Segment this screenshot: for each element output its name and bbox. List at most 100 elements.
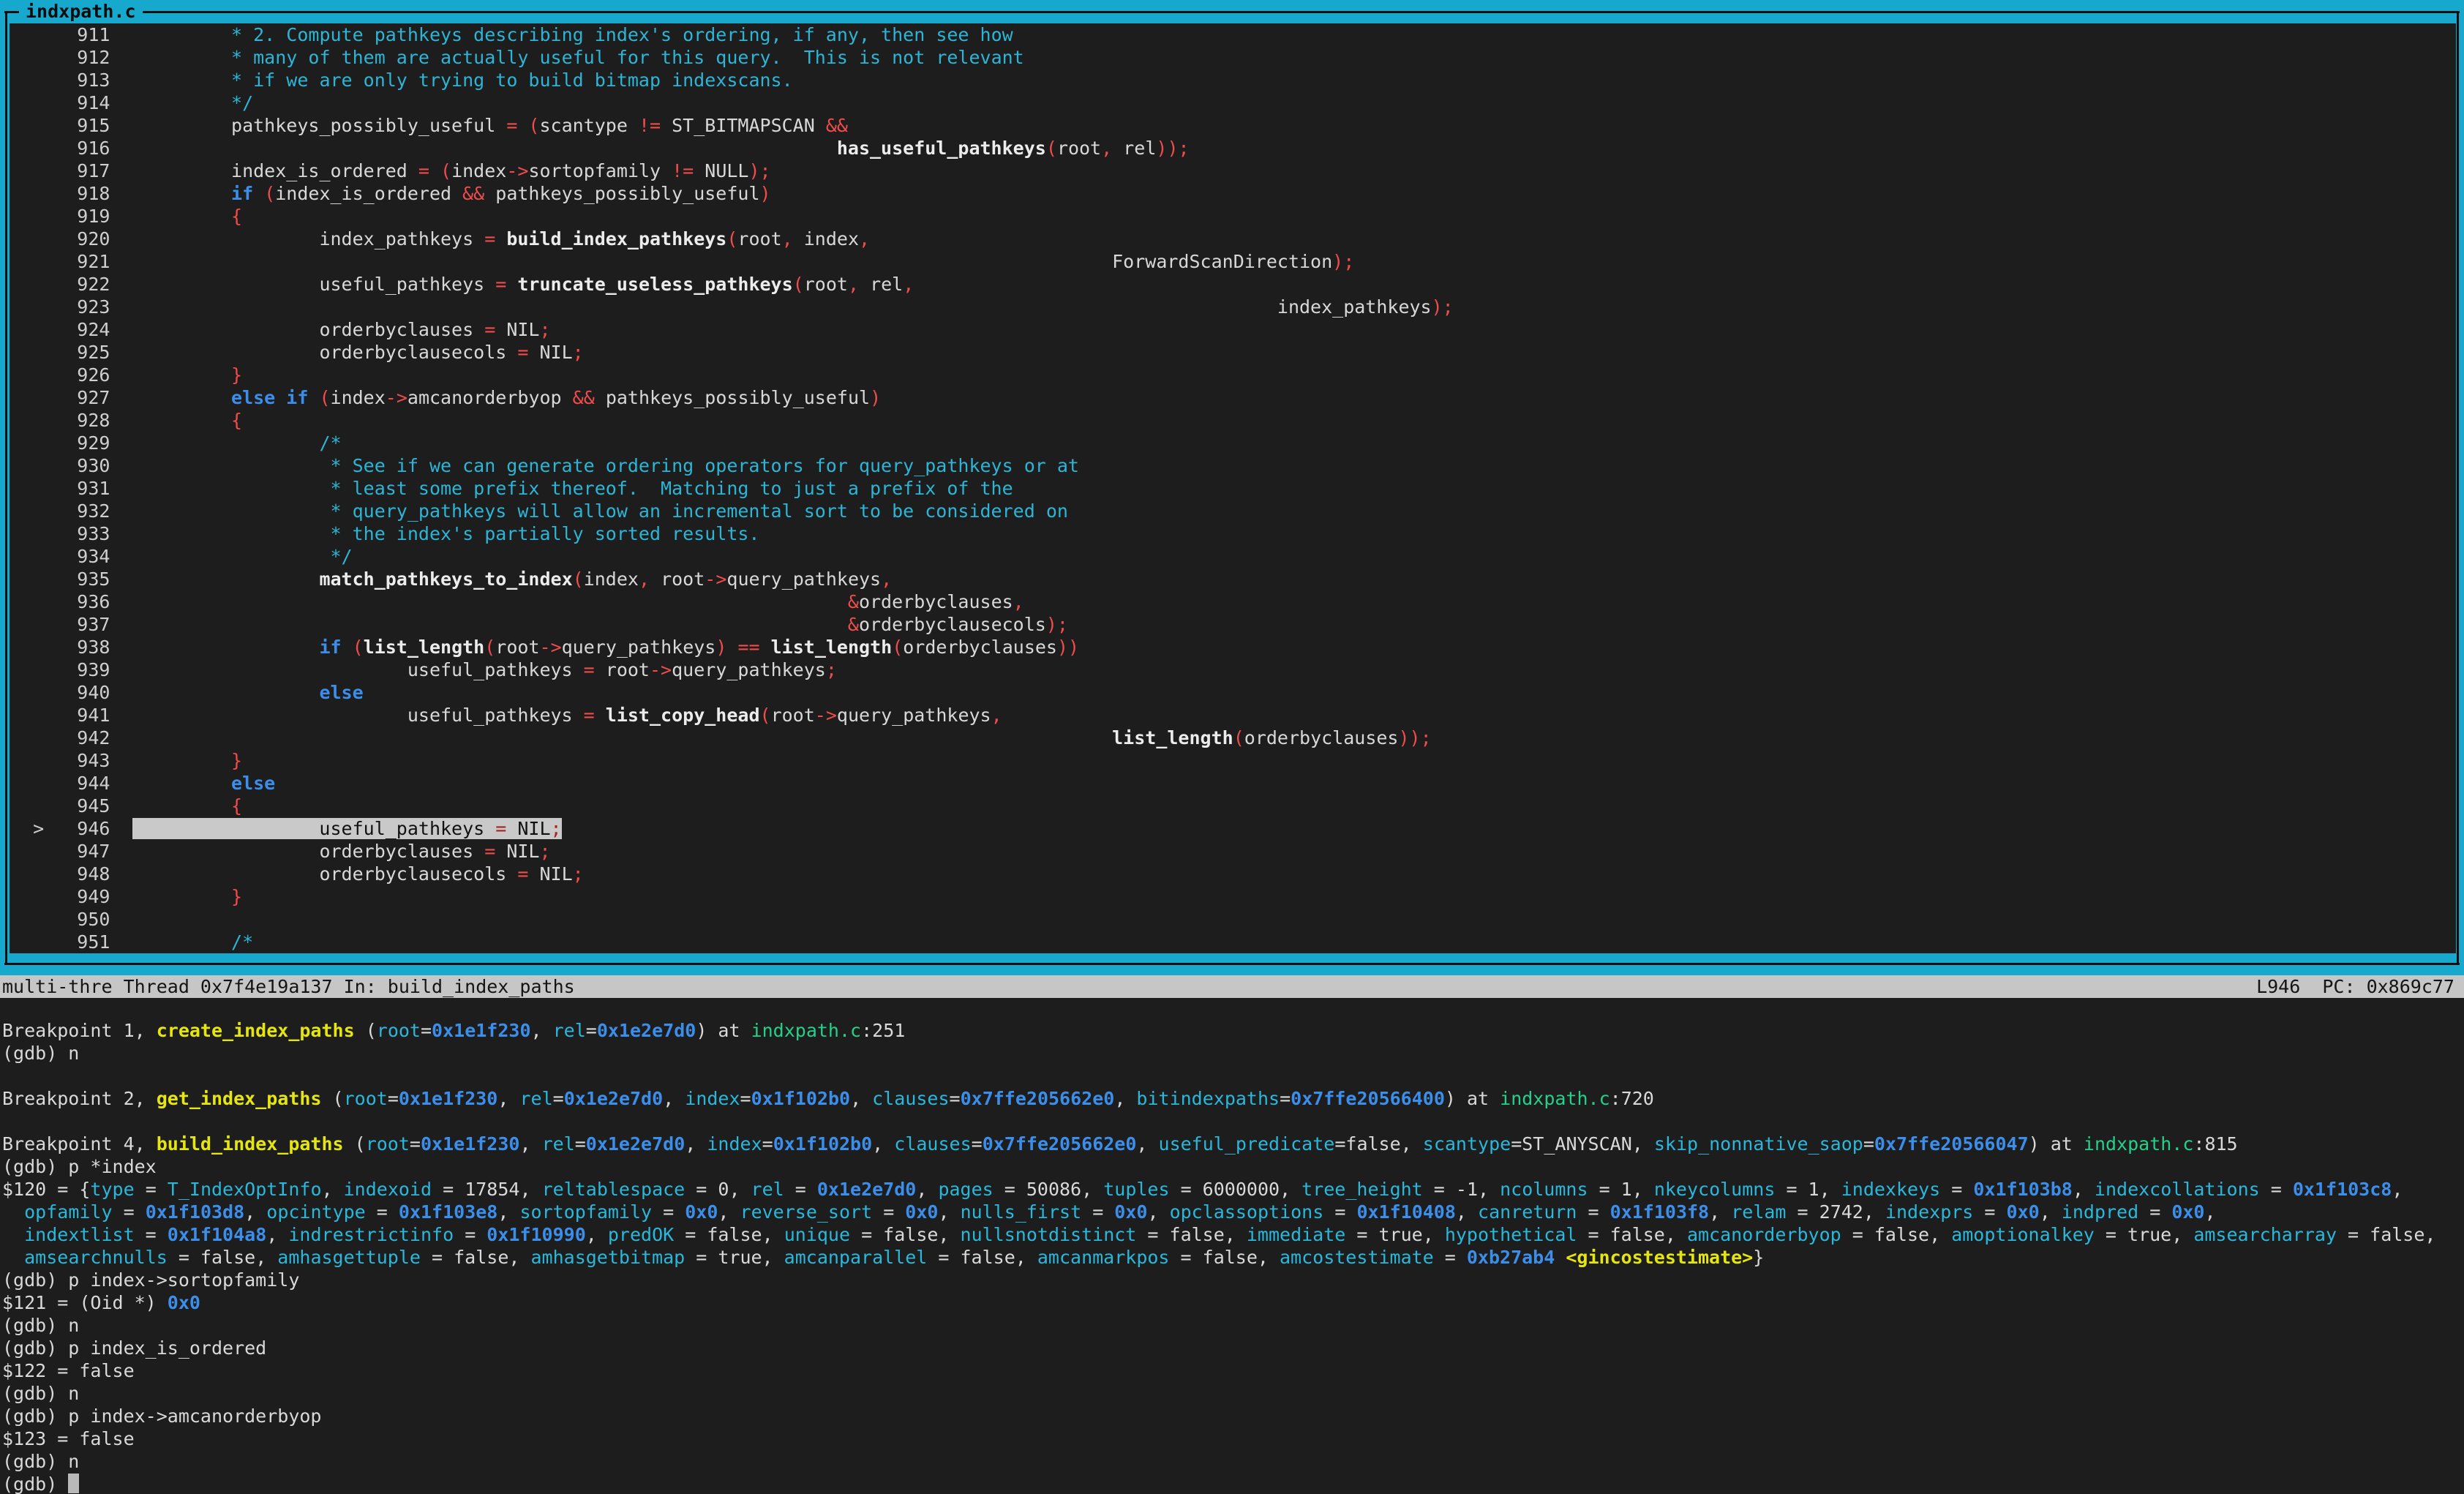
console-line: (gdb) n xyxy=(2,1314,2464,1337)
status-thread-info: multi-thre Thread 0x7f4e19a137 In: build… xyxy=(2,975,575,998)
text-segment: = xyxy=(484,228,506,249)
console-line: (gdb) p index->sortopfamily xyxy=(2,1269,2464,1291)
text-segment: && xyxy=(573,387,606,408)
line-number[interactable]: 913 xyxy=(11,69,110,91)
text-segment: scantype xyxy=(1423,1133,1511,1155)
line-number[interactable]: 944 xyxy=(11,772,110,795)
line-number[interactable]: 920 xyxy=(11,228,110,250)
line-number[interactable]: 939 xyxy=(11,658,110,681)
text-segment: = xyxy=(135,1179,168,1200)
text-segment: , xyxy=(497,1201,519,1223)
text-segment: = false, xyxy=(850,1224,961,1245)
line-number[interactable]: 951 xyxy=(11,931,110,953)
source-line-current: > 946 useful_pathkeys = NIL; xyxy=(11,817,2456,840)
line-number[interactable]: 916 xyxy=(11,137,110,159)
code-text: has_useful_pathkeys(root, rel)); xyxy=(110,138,1189,159)
console-line: (gdb) n xyxy=(2,1382,2464,1405)
line-number[interactable]: 930 xyxy=(11,454,110,477)
text-segment: indxpath.c xyxy=(2084,1133,2194,1155)
line-number[interactable]: 924 xyxy=(11,318,110,341)
line-number[interactable]: 933 xyxy=(11,522,110,545)
text-segment: query_pathkeys xyxy=(562,637,716,658)
line-number[interactable]: 923 xyxy=(11,296,110,318)
line-number[interactable]: 931 xyxy=(11,477,110,500)
text-segment: = xyxy=(1863,1133,1874,1155)
line-number[interactable]: 934 xyxy=(11,545,110,568)
line-number[interactable]: 941 xyxy=(11,704,110,727)
line-number[interactable]: 950 xyxy=(11,908,110,931)
text-segment: , xyxy=(266,1224,288,1245)
line-number[interactable]: 936 xyxy=(11,590,110,613)
line-number[interactable]: 914 xyxy=(11,91,110,114)
text-segment: = false, xyxy=(1841,1224,1952,1245)
text-segment: , xyxy=(881,568,892,590)
text-segment: if xyxy=(231,183,264,204)
source-line: 932 * query_pathkeys will allow an incre… xyxy=(11,500,2456,522)
line-number[interactable]: 938 xyxy=(11,636,110,658)
line-number[interactable]: 937 xyxy=(11,613,110,636)
line-number[interactable]: 911 xyxy=(11,23,110,46)
line-number[interactable]: 948 xyxy=(11,863,110,885)
line-number[interactable]: 949 xyxy=(11,885,110,908)
text-segment: orderbyclausecols xyxy=(859,614,1046,635)
text-segment: = xyxy=(421,1020,432,1041)
line-number[interactable]: 929 xyxy=(11,432,110,454)
source-line: 911 * 2. Compute pathkeys describing ind… xyxy=(11,23,2456,46)
text-segment: , xyxy=(782,228,793,249)
text-segment: = xyxy=(495,274,517,295)
line-number[interactable]: 935 xyxy=(11,568,110,590)
console-line: amsearchnulls = false, amhasgettuple = f… xyxy=(2,1246,2464,1269)
line-number[interactable]: 915 xyxy=(11,114,110,137)
source-code-pane[interactable]: 911 * 2. Compute pathkeys describing ind… xyxy=(10,23,2456,953)
source-line: 921 ForwardScanDirection); xyxy=(11,250,2456,273)
console-line: Breakpoint 4, build_index_paths (root=0x… xyxy=(2,1133,2464,1155)
line-number[interactable]: 917 xyxy=(11,159,110,182)
text-segment: = xyxy=(366,1201,399,1223)
status-bar: multi-thre Thread 0x7f4e19a137 In: build… xyxy=(0,975,2464,998)
code-text: &orderbyclausecols); xyxy=(110,614,1067,635)
line-number[interactable]: 940 xyxy=(11,681,110,704)
line-number[interactable]: 932 xyxy=(11,500,110,522)
text-segment: ); xyxy=(1432,296,1454,318)
text-segment: = xyxy=(784,1179,817,1200)
line-number[interactable]: 942 xyxy=(11,727,110,749)
text-segment: root xyxy=(650,568,705,590)
source-line: 912 * many of them are actually useful f… xyxy=(11,46,2456,69)
line-number[interactable]: 947 xyxy=(11,840,110,863)
line-number[interactable]: 922 xyxy=(11,273,110,296)
text-segment: useful_pathkeys xyxy=(319,274,495,295)
text-segment: index xyxy=(707,1133,762,1155)
text-segment: ( xyxy=(319,387,330,408)
console-line xyxy=(2,1110,2464,1133)
line-number[interactable]: 927 xyxy=(11,386,110,409)
line-number[interactable]: 919 xyxy=(11,205,110,228)
frame-top-border-line xyxy=(4,11,2460,13)
line-number[interactable]: 928 xyxy=(11,409,110,432)
line-number[interactable]: 925 xyxy=(11,341,110,364)
source-line: 939 useful_pathkeys = root->query_pathke… xyxy=(11,658,2456,681)
text-segment: { xyxy=(231,795,242,817)
text-segment: -> xyxy=(650,659,672,680)
text-segment: , xyxy=(2204,1201,2215,1223)
text-segment: orderbyclausecols xyxy=(319,863,517,885)
text-segment: rel xyxy=(751,1179,784,1200)
line-number[interactable]: 945 xyxy=(11,795,110,817)
text-segment: T_IndexOptInfo xyxy=(168,1179,322,1200)
text-segment: ); xyxy=(748,160,770,181)
text-segment: opfamily xyxy=(24,1201,112,1223)
text-segment: , xyxy=(859,228,870,249)
console-line: (gdb) p *index xyxy=(2,1155,2464,1178)
text-segment: = xyxy=(495,818,506,839)
line-number[interactable]: 918 xyxy=(11,182,110,205)
line-number[interactable]: 912 xyxy=(11,46,110,69)
text-segment: = xyxy=(586,1020,597,1041)
line-number[interactable]: 943 xyxy=(11,749,110,772)
gdb-console[interactable]: Breakpoint 1, create_index_paths (root=0… xyxy=(0,998,2464,1494)
line-number[interactable]: 921 xyxy=(11,250,110,273)
line-number[interactable]: > 946 xyxy=(11,817,110,840)
line-number[interactable]: 926 xyxy=(11,364,110,386)
source-line: 924 orderbyclauses = NIL; xyxy=(11,318,2456,341)
text-segment: (gdb) n xyxy=(2,1383,79,1404)
code-text: useful_pathkeys = NIL; xyxy=(110,818,561,839)
text-segment: ( xyxy=(484,637,495,658)
